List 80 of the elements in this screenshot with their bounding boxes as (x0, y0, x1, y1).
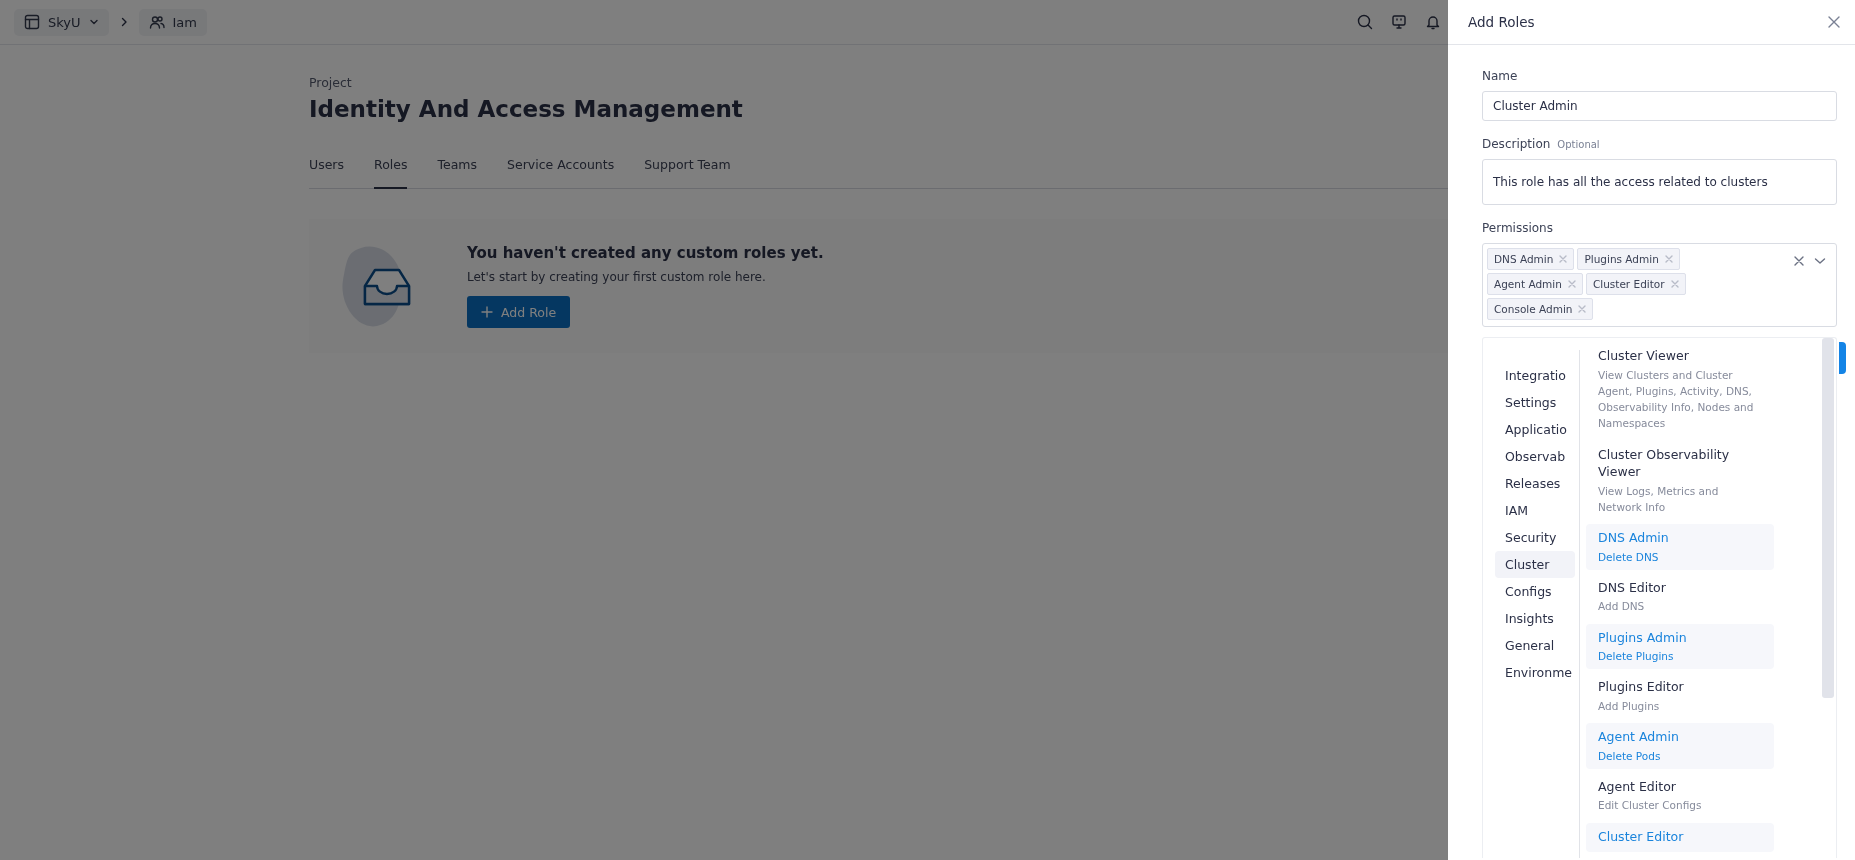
field-label: Permissions (1482, 221, 1554, 235)
role-option[interactable]: Agent Admin Delete Pods (1586, 723, 1774, 769)
tab[interactable]: Support Team (644, 154, 731, 189)
role-option[interactable]: Cluster Viewer View Clusters and Cluster Agent, Plugins, Activity, DNS, Observability Info, Nodes and Namespaces (1586, 342, 1774, 437)
permission-tag: Agent Admin (1487, 273, 1583, 295)
category-item[interactable]: Security (1495, 524, 1575, 551)
remove-icon[interactable] (1578, 305, 1587, 313)
role-name: Cluster Viewer (1598, 347, 1690, 365)
role-description: Delete Pods (1598, 748, 1662, 764)
category-item[interactable]: Insights (1495, 605, 1575, 632)
permission-tag: Plugins Admin (1577, 248, 1680, 270)
role-description: Edit Cluster Configs (1598, 798, 1703, 814)
plus-icon (481, 306, 493, 318)
remove-icon[interactable] (1664, 255, 1673, 263)
role-option[interactable]: Plugins Admin Delete Plugins (1586, 623, 1774, 670)
empty-state-title: You haven't created any custom roles yet. (467, 244, 824, 262)
drawer-title: Add Roles (1468, 14, 1535, 30)
permission-tag: Console Admin (1487, 298, 1594, 320)
role-option[interactable]: DNS Admin Delete DNS (1586, 524, 1774, 570)
role-name: Plugins Editor (1598, 678, 1685, 696)
category-item[interactable]: Settings (1495, 389, 1575, 416)
field-label: Name (1482, 69, 1519, 83)
table-icon (24, 14, 40, 30)
role-description: Add Plugins (1598, 698, 1661, 714)
remove-icon[interactable] (1670, 280, 1679, 288)
role-name: Agent Admin (1598, 728, 1680, 746)
role-name: Agent Editor (1598, 777, 1677, 796)
role-option[interactable]: Agent Editor Edit Cluster Configs (1586, 772, 1774, 819)
role-option[interactable]: Plugins Editor Add Plugins (1586, 673, 1774, 720)
role-option[interactable]: Cluster Observability Viewer View Logs, Metrics and Network Info (1586, 440, 1774, 521)
bell-icon[interactable] (1425, 14, 1441, 30)
search-icon[interactable] (1357, 14, 1373, 30)
role-name: Plugins Admin (1598, 628, 1688, 647)
chevron-down-icon (88, 17, 99, 27)
role-name: Cluster Observability Viewer (1598, 445, 1731, 481)
role-name: Cluster Editor (1598, 827, 1685, 846)
breadcrumb-item[interactable]: Iam (138, 8, 207, 36)
page-eyebrow: Project (309, 75, 352, 90)
permission-tag: Cluster Editor (1585, 273, 1686, 295)
remove-icon[interactable] (1559, 255, 1568, 263)
role-option[interactable]: DNS Editor Add DNS (1586, 573, 1774, 620)
role-description: View Clusters and Cluster Agent, Plugins, Activity, DNS, Observability Info, Nodes and Namespaces (1598, 367, 1755, 432)
remove-icon[interactable] (1567, 280, 1576, 288)
monitor-icon[interactable] (1391, 14, 1407, 30)
permissions-select[interactable]: DNS Admin Plugins Admin Agent Admin Cluster Editor Console Admin (1482, 243, 1837, 327)
users-icon (148, 14, 165, 30)
permission-tag: DNS Admin (1487, 248, 1575, 270)
clear-icon[interactable] (1794, 256, 1804, 266)
empty-state-text: Let's start by creating your first custom role here. (467, 270, 767, 284)
category-item[interactable]: IAM (1495, 497, 1575, 524)
role-description: Delete DNS (1598, 549, 1660, 565)
role-name: DNS Editor (1598, 578, 1667, 597)
tab[interactable]: Service Accounts (507, 154, 615, 189)
category-item[interactable]: Releases (1495, 470, 1575, 497)
tab[interactable]: Users (309, 154, 344, 189)
breadcrumb-item[interactable]: SkyU (14, 8, 109, 36)
category-item[interactable]: General (1495, 632, 1575, 659)
role-description: View Logs, Metrics and Network Info (1598, 483, 1720, 515)
role-description: Delete Plugins (1598, 649, 1675, 665)
scrollbar[interactable] (1822, 338, 1834, 698)
close-button[interactable] (1827, 15, 1841, 29)
close-icon (1827, 15, 1841, 29)
field-label: Description (1482, 137, 1551, 151)
category-item[interactable]: Cluster (1495, 551, 1575, 578)
scrollbar-thumb[interactable] (1839, 342, 1846, 374)
category-item[interactable]: Observab (1495, 443, 1575, 470)
category-item[interactable]: Applicatio (1495, 416, 1575, 443)
chevron-down-icon[interactable] (1814, 256, 1826, 266)
description-field[interactable]: This role has all the access related to clusters (1482, 159, 1837, 205)
tab[interactable]: Roles (374, 154, 408, 189)
tab[interactable]: Teams (437, 154, 478, 189)
category-item[interactable]: Environme (1495, 659, 1575, 686)
category-item[interactable]: Configs (1495, 578, 1575, 605)
role-option[interactable]: Cluster Editor (1586, 822, 1774, 853)
role-name: DNS Admin (1598, 529, 1670, 547)
optional-hint: Optional (1557, 139, 1600, 150)
name-field[interactable]: Cluster Admin (1482, 91, 1837, 121)
role-description: Add DNS (1598, 599, 1646, 615)
category-item[interactable]: Integratio (1495, 362, 1575, 389)
page-title: Identity And Access Management (309, 96, 743, 122)
